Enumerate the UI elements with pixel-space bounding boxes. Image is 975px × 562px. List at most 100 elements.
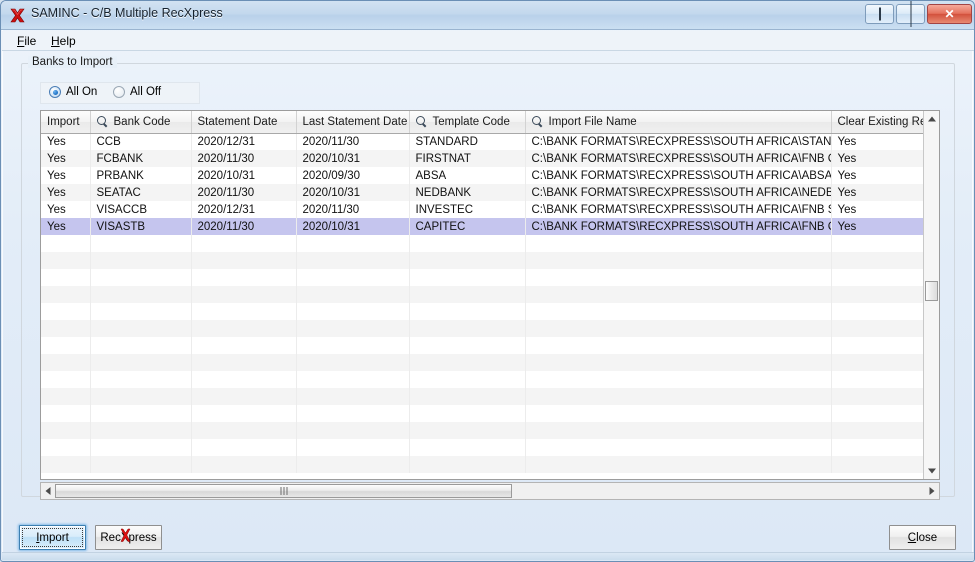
- cell-import-file-name-empty: [525, 320, 832, 337]
- cell-import-empty: [41, 303, 91, 320]
- recxpress-button-label: RecXpress: [100, 531, 157, 544]
- column-header-clear-existing-label: Clear Existing Recor: [837, 115, 926, 128]
- scroll-left-button[interactable]: [41, 483, 55, 499]
- column-header-bank-code[interactable]: Bank Code: [90, 111, 192, 134]
- column-header-import-file-name[interactable]: Import File Name: [525, 111, 832, 134]
- minimize-button[interactable]: [865, 4, 894, 24]
- cell-import-empty: [41, 388, 91, 405]
- cell-clear-existing: Yes: [831, 201, 927, 218]
- table-row[interactable]: Yes PRBANK 2020/10/31 2020/09/30 ABSA C:\BANK…: [41, 167, 927, 184]
- search-icon: [415, 116, 427, 127]
- cell-import-file-name: C:\BANK FORMATS\RECXPRESS\SOUTH AFRICA\F…: [525, 201, 832, 218]
- column-header-statement-date-label: Statement Date: [197, 115, 278, 128]
- cell-template-code: ABSA: [409, 167, 526, 184]
- cell-import-file-name: C:\BANK FORMATS\RECXPRESS\SOUTH AFRICA\S…: [525, 133, 832, 150]
- cell-statement-date: 2020/11/30: [191, 150, 297, 167]
- cell-clear-existing: Yes: [831, 150, 927, 167]
- table-row-empty[interactable]: [41, 371, 927, 388]
- table-row[interactable]: Yes FCBANK 2020/11/30 2020/10/31 FIRSTNAT C:\…: [41, 150, 927, 167]
- vertical-scroll-thumb[interactable]: [925, 281, 938, 301]
- recxpress-button[interactable]: RecXpress: [95, 525, 162, 550]
- table-row-empty[interactable]: [41, 303, 927, 320]
- table-row-empty[interactable]: [41, 252, 927, 269]
- cell-bank-code-empty: [90, 371, 192, 388]
- cell-clear-existing-empty: [831, 320, 927, 337]
- vertical-scrollbar[interactable]: [923, 111, 939, 479]
- table-row-empty[interactable]: [41, 337, 927, 354]
- column-header-import[interactable]: Import: [41, 111, 91, 134]
- chevron-right-icon: [929, 487, 935, 495]
- cell-statement-date-empty: [191, 405, 297, 422]
- scroll-right-button[interactable]: [925, 483, 939, 499]
- cell-bank-code-empty: [90, 337, 192, 354]
- table-row[interactable]: Yes CCB 2020/12/31 2020/11/30 STANDARD C:\BAN…: [41, 133, 927, 150]
- menu-item-help[interactable]: Help: [44, 34, 83, 48]
- cell-last-statement-date-empty: [296, 235, 410, 252]
- cell-last-statement-date: 2020/10/31: [296, 184, 410, 201]
- cell-import-file-name: C:\BANK FORMATS\RECXPRESS\SOUTH AFRICA\F…: [525, 218, 832, 235]
- red-x-app-icon: [10, 8, 25, 23]
- minimize-icon: [878, 7, 881, 21]
- table-row[interactable]: Yes VISASTB 2020/11/30 2020/10/31 CAPITEC C:\…: [41, 218, 927, 235]
- menu-item-file[interactable]: File: [10, 34, 43, 48]
- table-row-empty[interactable]: [41, 235, 927, 252]
- cell-clear-existing: Yes: [831, 184, 927, 201]
- close-button[interactable]: Close: [889, 525, 956, 550]
- horizontal-scroll-thumb[interactable]: [55, 484, 512, 498]
- radio-all-on[interactable]: All On: [49, 86, 97, 98]
- cell-last-statement-date-empty: [296, 354, 410, 371]
- cell-template-code: NEDBANK: [409, 184, 526, 201]
- table-row[interactable]: Yes SEATAC 2020/11/30 2020/10/31 NEDBANK C:\B…: [41, 184, 927, 201]
- scroll-down-button[interactable]: [924, 463, 939, 479]
- banks-table: Import Bank Code Statement Date Last Sta…: [41, 111, 927, 473]
- column-header-last-statement-date[interactable]: Last Statement Date: [296, 111, 410, 134]
- cell-statement-date-empty: [191, 456, 297, 473]
- title-bar[interactable]: SAMINC - C/B Multiple RecXpress ✕: [1, 1, 974, 30]
- table-row-empty[interactable]: [41, 269, 927, 286]
- radio-all-on-label: All On: [66, 86, 98, 98]
- cell-import-file-name-empty: [525, 286, 832, 303]
- column-header-last-statement-date-label: Last Statement Date: [302, 115, 408, 128]
- cell-import-empty: [41, 269, 91, 286]
- chevron-up-icon: [927, 116, 936, 122]
- cell-import-file-name-empty: [525, 371, 832, 388]
- import-button[interactable]: Import: [19, 525, 86, 550]
- table-row-empty[interactable]: [41, 286, 927, 303]
- cell-import-file-name-empty: [525, 252, 832, 269]
- cell-last-statement-date-empty: [296, 439, 410, 456]
- column-header-clear-existing[interactable]: Clear Existing Recor: [831, 111, 927, 134]
- table-row-empty[interactable]: [41, 354, 927, 371]
- scroll-thumb-grip: [280, 487, 287, 495]
- radio-all-off[interactable]: All Off: [113, 86, 161, 98]
- cell-import-empty: [41, 337, 91, 354]
- horizontal-scrollbar[interactable]: [40, 482, 940, 500]
- table-row-empty[interactable]: [41, 388, 927, 405]
- cell-bank-code-empty: [90, 252, 192, 269]
- banks-grid[interactable]: Import Bank Code Statement Date Last Sta…: [40, 110, 940, 480]
- cell-import-empty: [41, 354, 91, 371]
- table-row[interactable]: Yes VISACCB 2020/12/31 2020/11/30 INVESTEC C:…: [41, 201, 927, 218]
- table-row-empty[interactable]: [41, 405, 927, 422]
- table-row-empty[interactable]: [41, 456, 927, 473]
- table-row-empty[interactable]: [41, 439, 927, 456]
- cell-bank-code-empty: [90, 354, 192, 371]
- chevron-left-icon: [45, 487, 51, 495]
- maximize-button[interactable]: [896, 1, 925, 27]
- cell-statement-date: 2020/11/30: [191, 184, 297, 201]
- cell-import-empty: [41, 405, 91, 422]
- column-header-template-code[interactable]: Template Code: [409, 111, 526, 134]
- cell-import-file-name-empty: [525, 337, 832, 354]
- cell-clear-existing: Yes: [831, 133, 927, 150]
- column-header-statement-date[interactable]: Statement Date: [191, 111, 297, 134]
- close-window-button[interactable]: ✕: [927, 4, 972, 24]
- groupbox-title: Banks to Import: [28, 56, 117, 68]
- cell-bank-code-empty: [90, 405, 192, 422]
- cell-last-statement-date-empty: [296, 405, 410, 422]
- table-row-empty[interactable]: [41, 422, 927, 439]
- table-row-empty[interactable]: [41, 320, 927, 337]
- cell-import-empty: [41, 422, 91, 439]
- cell-template-code-empty: [409, 269, 526, 286]
- cell-statement-date-empty: [191, 371, 297, 388]
- scroll-up-button[interactable]: [924, 111, 939, 127]
- cell-clear-existing-empty: [831, 422, 927, 439]
